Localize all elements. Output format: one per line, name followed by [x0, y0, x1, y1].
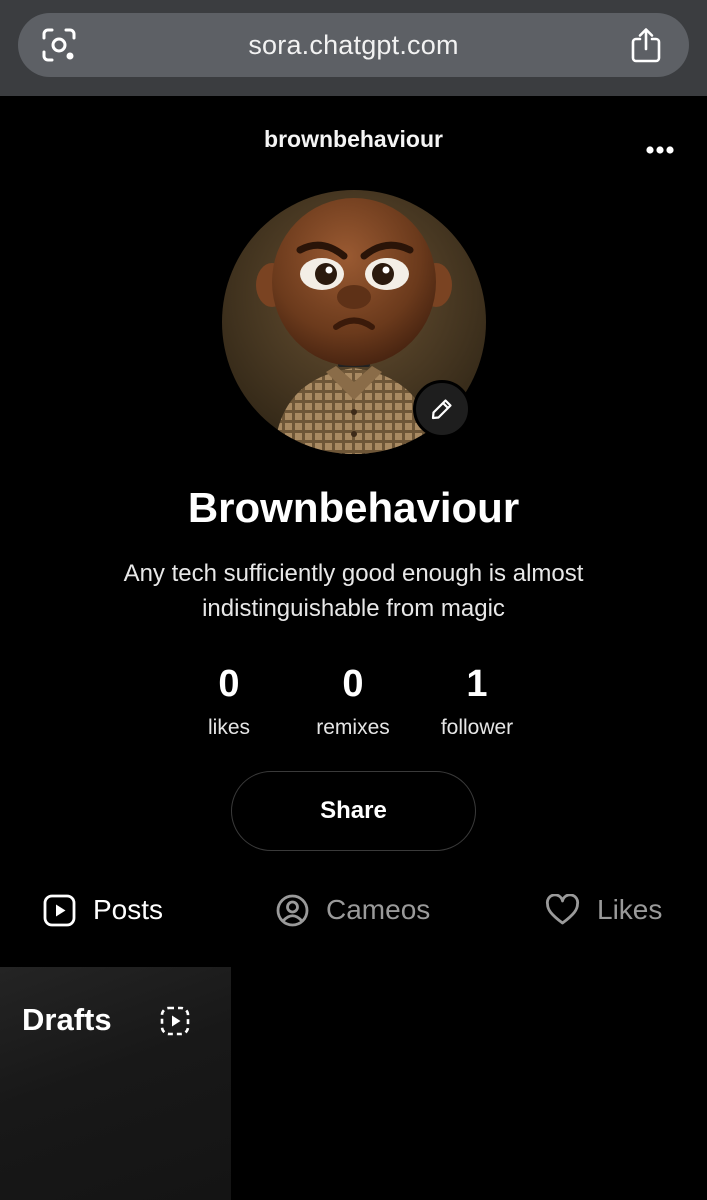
pencil-icon [431, 399, 452, 420]
tab-label: Likes [597, 894, 663, 925]
tab-label: Posts [93, 894, 164, 925]
heart-icon [545, 893, 580, 924]
url-text[interactable]: sora.chatgpt.com [18, 13, 689, 77]
address-bar[interactable]: sora.chatgpt.com [18, 13, 689, 77]
tab-likes[interactable]: Likes [545, 888, 662, 932]
tab-posts[interactable]: Posts [43, 888, 163, 932]
display-name: Brownbehaviour [187, 484, 520, 531]
share-sheet-icon[interactable] [629, 27, 663, 63]
drafts-tile[interactable]: Drafts [0, 967, 231, 1200]
tab-label: Cameos [326, 894, 431, 925]
tab-cameos[interactable]: Cameos [276, 888, 430, 932]
stat-label: follower [440, 716, 514, 739]
edit-avatar-button[interactable] [413, 380, 471, 438]
stat-value: 1 [466, 663, 488, 705]
drafts-label: Drafts [22, 1002, 112, 1037]
play-square-icon [43, 894, 76, 926]
profile-username: brownbehaviour [264, 126, 443, 152]
stat-followers[interactable]: 1 follower [402, 660, 552, 740]
dashed-play-icon [160, 1006, 190, 1036]
more-options-icon[interactable] [642, 138, 678, 162]
profile-bio: Any tech sufficiently good enough is alm… [123, 560, 584, 622]
browser-toolbar: sora.chatgpt.com [0, 0, 707, 96]
share-button[interactable]: Share [231, 771, 476, 851]
user-circle-icon [276, 894, 309, 926]
